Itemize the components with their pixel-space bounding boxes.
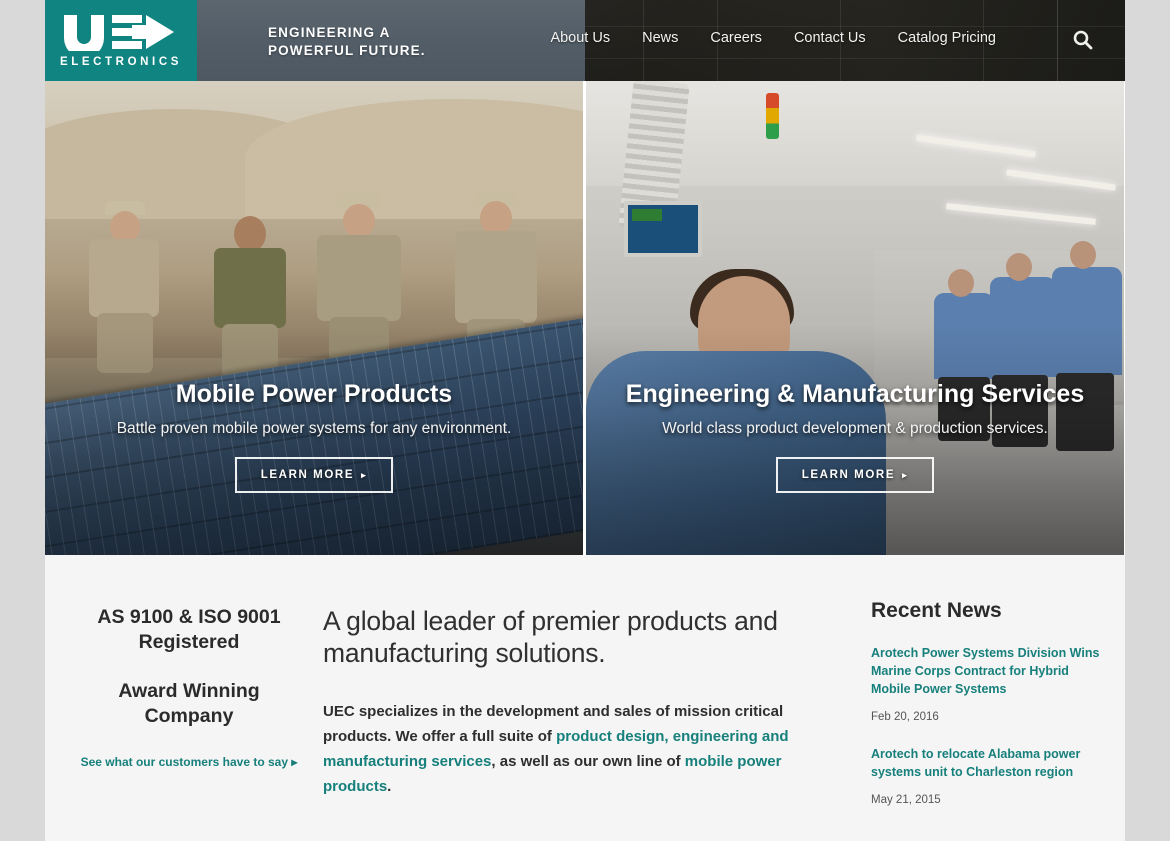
news-item-date: May 21, 2015 (871, 794, 941, 806)
hero-panel-mobile-power[interactable]: Mobile Power Products Battle proven mobi… (45, 81, 583, 555)
content-section: AS 9100 & ISO 9001 Registered Award Winn… (45, 555, 1125, 841)
learn-more-label-left: LEARN MORE (260, 469, 355, 481)
intro-text-part-3: . (387, 778, 392, 795)
uec-logo-mark (64, 15, 174, 51)
arrow-right-icon: ▸ (361, 469, 368, 480)
award-line-1: Award Winning (118, 680, 260, 702)
intro-column: A global leader of premier products and … (323, 605, 853, 799)
nav-item-about-us[interactable]: About Us (534, 30, 626, 46)
news-item-title[interactable]: Arotech to relocate Alabama power system… (871, 745, 1101, 781)
news-item-title[interactable]: Arotech Power Systems Division Wins Mari… (871, 644, 1101, 698)
intro-paragraph: UEC specializes in the development and s… (323, 699, 853, 799)
logo-wordmark: ELECTRONICS (59, 56, 183, 68)
testimonials-link[interactable]: See what our customers have to say ▸ (81, 755, 298, 769)
testimonials-link-label: See what our customers have to say (80, 755, 289, 769)
news-item: Arotech Power Systems Division Wins Mari… (871, 644, 1101, 723)
award-line-2: Company (144, 705, 234, 727)
certification-line-1: AS 9100 & ISO 9001 (97, 606, 281, 628)
nav-item-news[interactable]: News (626, 30, 694, 46)
nav-divider (1057, 0, 1058, 81)
page-headline: A global leader of premier products and … (323, 606, 778, 668)
learn-more-label-right: LEARN MORE (801, 469, 896, 481)
hero-content-left: Mobile Power Products Battle proven mobi… (45, 379, 583, 555)
nav-item-catalog-pricing[interactable]: Catalog Pricing (882, 30, 1012, 46)
nav-item-contact-us[interactable]: Contact Us (778, 30, 882, 46)
learn-more-button-right[interactable]: LEARN MORE ▸ (775, 457, 935, 493)
certifications-column: AS 9100 & ISO 9001 Registered Award Winn… (60, 605, 318, 771)
learn-more-button-left[interactable]: LEARN MORE ▸ (234, 457, 394, 493)
hero-title-left: Mobile Power Products (175, 380, 453, 408)
page-container: ELECTRONICS ENGINEERING A POWERFUL FUTUR… (45, 0, 1125, 841)
recent-news-heading: Recent News (871, 599, 1002, 622)
tagline-line-1: ENGINEERING A (268, 25, 391, 40)
arrow-right-icon: ▸ (902, 469, 909, 480)
intro-text-part-2: , as well as our own line of (491, 753, 685, 770)
hero-content-right: Engineering & Manufacturing Services Wor… (586, 379, 1124, 555)
site-logo[interactable]: ELECTRONICS (45, 0, 197, 81)
news-item-date: Feb 20, 2016 (871, 711, 939, 723)
news-item: Arotech to relocate Alabama power system… (871, 745, 1101, 806)
certification-line-2: Registered (138, 631, 240, 653)
search-icon (1073, 30, 1093, 50)
arrow-right-icon: ▸ (291, 755, 298, 769)
header-tagline: ENGINEERING A POWERFUL FUTURE. (268, 24, 426, 60)
search-button[interactable] (1071, 28, 1095, 52)
hero-panel-engineering-services[interactable]: Engineering & Manufacturing Services Wor… (586, 81, 1124, 555)
recent-news-column: Recent News Arotech Power Systems Divisi… (871, 599, 1101, 806)
main-navigation: About Us News Careers Contact Us Catalog… (534, 30, 1012, 46)
tagline-line-2: POWERFUL FUTURE. (268, 43, 426, 58)
hero-section: Mobile Power Products Battle proven mobi… (45, 81, 1125, 555)
hero-title-right: Engineering & Manufacturing Services (625, 380, 1085, 408)
site-header: ELECTRONICS ENGINEERING A POWERFUL FUTUR… (45, 0, 1125, 81)
nav-item-careers[interactable]: Careers (694, 30, 778, 46)
hero-subtitle-left: Battle proven mobile power systems for a… (116, 420, 512, 437)
hero-subtitle-right: World class product development & produc… (662, 420, 1048, 437)
